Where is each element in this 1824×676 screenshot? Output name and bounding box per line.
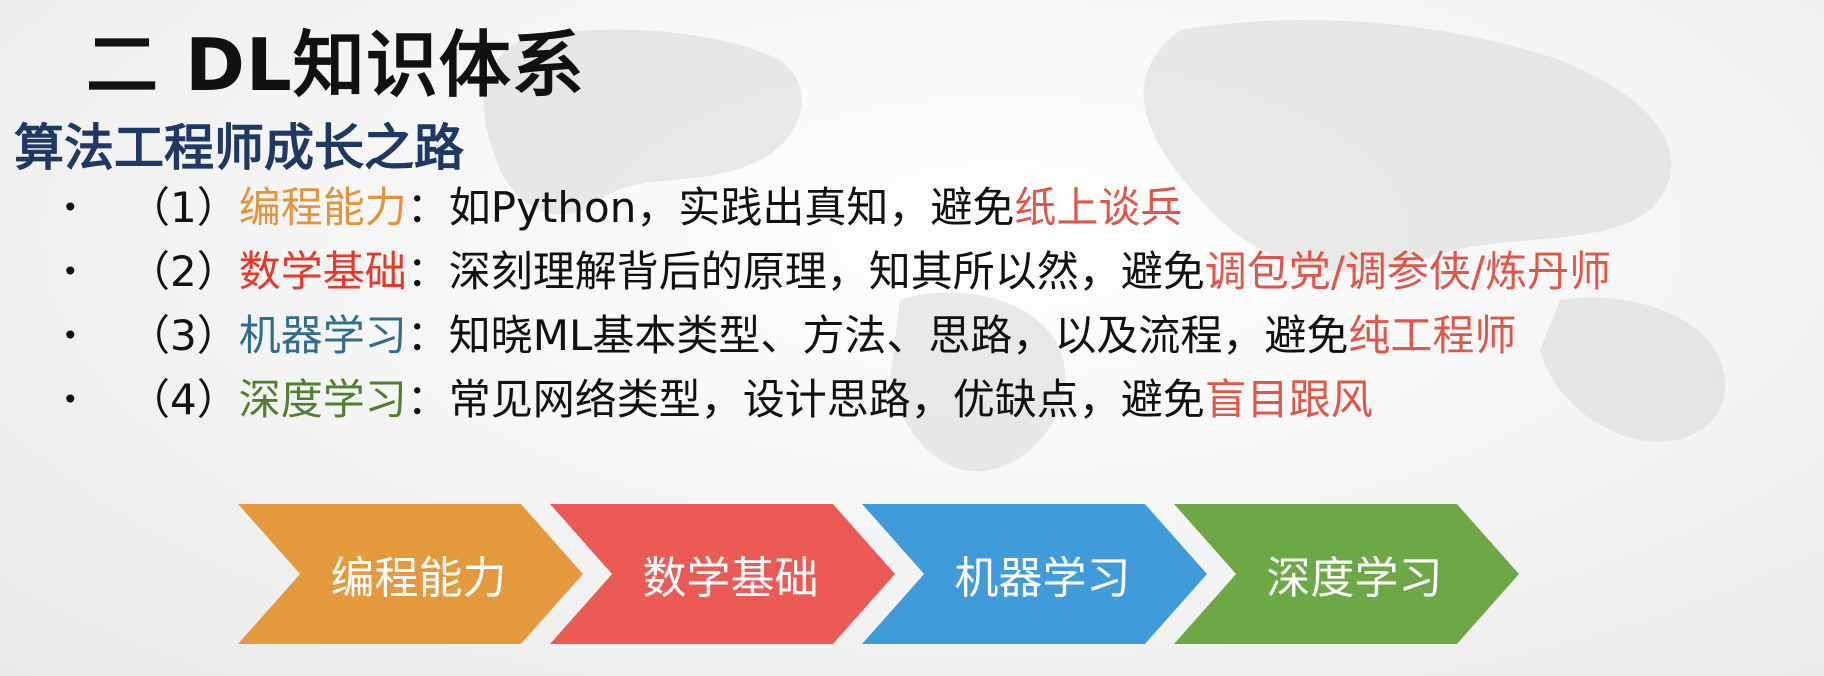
list-item: • （4）深度学习：常见网络类型，设计思路，优缺点，避免盲目跟风 xyxy=(0,368,1824,432)
bullet-topic: 数学基础 xyxy=(238,247,407,296)
arrow-step-math: 数学基础 xyxy=(550,504,895,644)
list-item: • （2）数学基础：深刻理解背后的原理，知其所以然，避免调包党/调参侠/炼丹师 xyxy=(0,240,1824,304)
arrow-step-deep-learning: 深度学习 xyxy=(1174,504,1519,644)
bullet-marker: • xyxy=(62,383,79,416)
bullet-description: ：如Python，实践出真知，避免 xyxy=(406,183,1015,232)
list-item: • （1）编程能力：如Python，实践出真知，避免纸上谈兵 xyxy=(0,176,1824,240)
bullet-description: ：深刻理解背后的原理，知其所以然，避免 xyxy=(406,247,1205,296)
bullet-list: • （1）编程能力：如Python，实践出真知，避免纸上谈兵 • （2）数学基础… xyxy=(0,176,1824,432)
bullet-warning: 纯工程师 xyxy=(1348,311,1517,360)
list-item: • （3）机器学习：知晓ML基本类型、方法、思路，以及流程，避免纯工程师 xyxy=(0,304,1824,368)
bullet-topic: 编程能力 xyxy=(238,183,407,232)
bullet-topic: 机器学习 xyxy=(238,311,407,360)
bullet-description: ：常见网络类型，设计思路，优缺点，避免 xyxy=(406,375,1205,424)
bullet-number: （2） xyxy=(128,247,239,296)
arrow-label: 机器学习 xyxy=(954,553,1131,604)
bullet-warning: 盲目跟风 xyxy=(1204,375,1373,424)
bullet-number: （3） xyxy=(128,311,239,360)
bullet-number: （4） xyxy=(128,375,239,424)
bullet-text: （3）机器学习：知晓ML基本类型、方法、思路，以及流程，避免纯工程师 xyxy=(128,304,1516,368)
arrow-label: 深度学习 xyxy=(1266,553,1443,604)
bullet-marker: • xyxy=(62,319,79,352)
bullet-marker: • xyxy=(62,255,79,288)
page-title: 二 DL知识体系 xyxy=(86,23,585,107)
bullet-warning: 纸上谈兵 xyxy=(1014,183,1183,232)
arrow-label: 编程能力 xyxy=(330,553,507,604)
bullet-text: （2）数学基础：深刻理解背后的原理，知其所以然，避免调包党/调参侠/炼丹师 xyxy=(128,240,1611,304)
bullet-description: ：知晓ML基本类型、方法、思路，以及流程，避免 xyxy=(406,311,1349,360)
bullet-number: （1） xyxy=(128,183,239,232)
arrow-label: 数学基础 xyxy=(642,553,819,604)
progression-arrows: 编程能力 数学基础 机器学习 深度学习 xyxy=(0,500,1824,650)
bullet-marker: • xyxy=(62,191,79,224)
subtitle: 算法工程师成长之路 xyxy=(14,119,464,177)
arrow-step-machine-learning: 机器学习 xyxy=(862,504,1207,644)
bullet-text: （1）编程能力：如Python，实践出真知，避免纸上谈兵 xyxy=(128,176,1182,240)
arrow-step-programming: 编程能力 xyxy=(238,504,583,644)
bullet-text: （4）深度学习：常见网络类型，设计思路，优缺点，避免盲目跟风 xyxy=(128,368,1373,432)
bullet-topic: 深度学习 xyxy=(238,375,407,424)
bullet-warning: 调包党/调参侠/炼丹师 xyxy=(1204,247,1612,296)
